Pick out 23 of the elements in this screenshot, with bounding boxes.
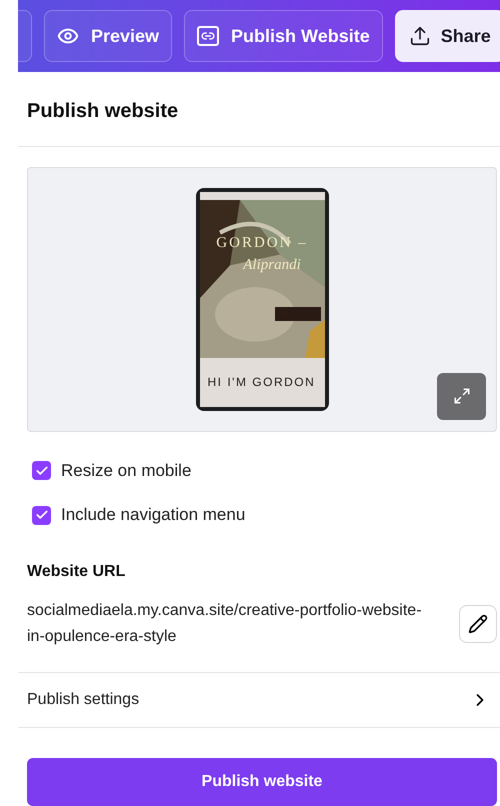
settings-label: Publish settings (27, 690, 140, 710)
site-greeting: HI I'M GORDON (208, 374, 316, 392)
panel-title: Publish website (27, 99, 180, 124)
link-icon (197, 26, 220, 46)
checkbox[interactable] (32, 461, 51, 480)
edit-button[interactable] (459, 604, 497, 643)
site-script-title: Aliprandi (243, 256, 301, 276)
settings-row[interactable]: Publish settings (0, 672, 500, 728)
url-label: Website URL (27, 562, 126, 582)
expand-icon (452, 387, 470, 406)
website-url: socialmediaela.my.canva.site/creative-portfolio-website-in-opulence-era-style (27, 600, 423, 647)
expand-button[interactable] (437, 372, 486, 420)
site-headline: GORDON – (216, 234, 308, 253)
share-button[interactable]: Share (394, 10, 500, 62)
toolbar-button[interactable]: Publish Website (184, 10, 383, 62)
check-icon (34, 464, 48, 478)
checkbox[interactable] (32, 506, 51, 525)
checkbox-label: Include navigation menu (61, 504, 246, 526)
publish-button[interactable]: Publish website (27, 758, 497, 806)
toolbar-button[interactable]: Preview (44, 10, 172, 62)
checkbox-label: Resize on mobile (61, 460, 192, 482)
pencil-icon (468, 614, 488, 634)
share-icon (408, 25, 431, 47)
